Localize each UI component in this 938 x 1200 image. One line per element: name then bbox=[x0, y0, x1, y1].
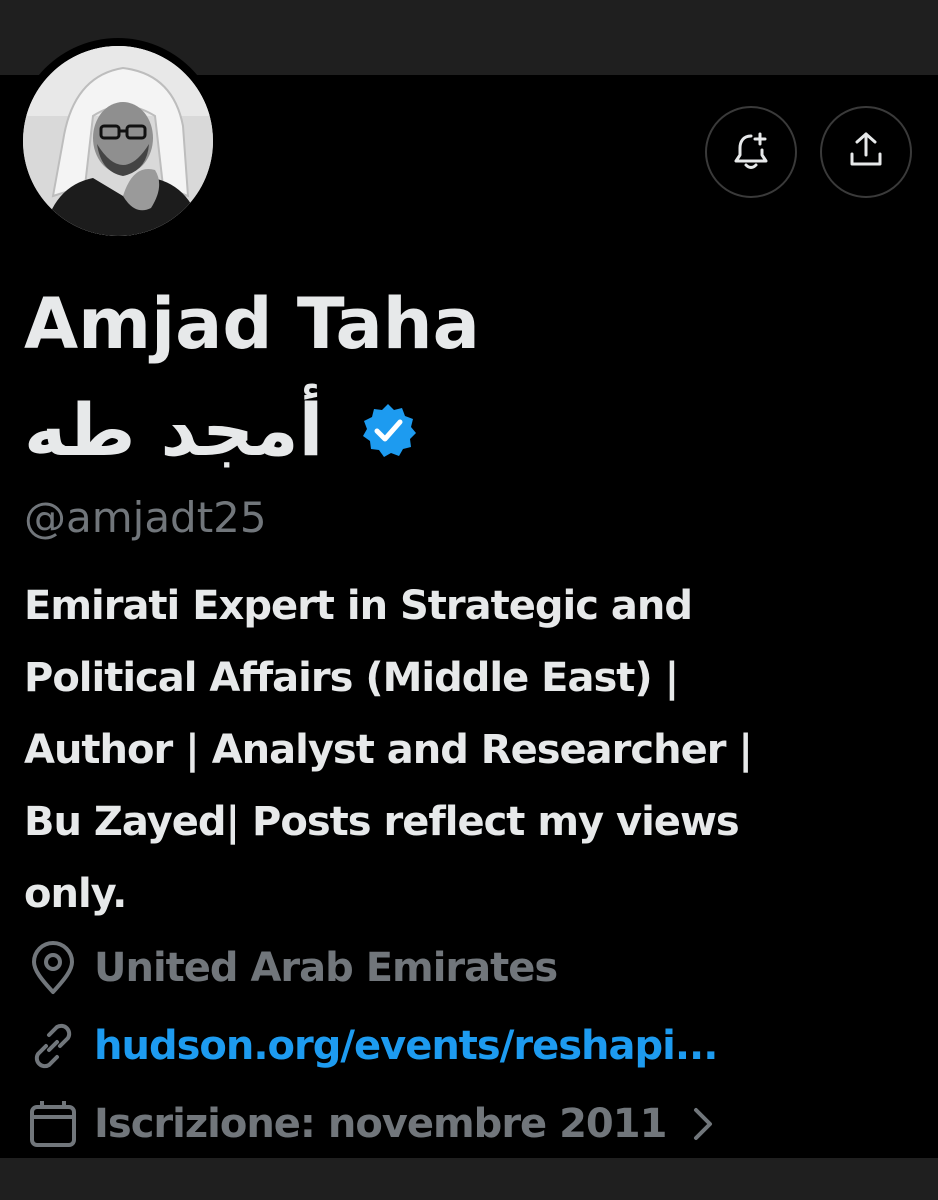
bell-plus-icon bbox=[729, 128, 773, 176]
website-link[interactable]: hudson.org/events/reshapi... bbox=[94, 1014, 718, 1078]
link-icon bbox=[24, 1017, 82, 1075]
arabic-name-row: أمجد طه bbox=[24, 380, 417, 480]
bio: Emirati Expert in Strategic and Politica… bbox=[24, 570, 914, 930]
profile-page: Amjad Taha أمجد طه @amjadt25 Emirati Exp… bbox=[0, 0, 938, 1200]
share-button[interactable] bbox=[820, 106, 912, 198]
share-upload-icon bbox=[844, 128, 888, 176]
location-row: United Arab Emirates bbox=[24, 936, 558, 1000]
joined-row[interactable]: Iscrizione: novembre 2011 bbox=[24, 1092, 718, 1156]
calendar-icon bbox=[24, 1095, 82, 1153]
bio-line: Author | Analyst and Researcher | bbox=[24, 727, 753, 773]
bio-line: only. bbox=[24, 871, 127, 917]
chevron-right-icon bbox=[688, 1102, 718, 1146]
avatar[interactable] bbox=[15, 38, 221, 244]
display-name: Amjad Taha bbox=[24, 283, 480, 365]
avatar-photo bbox=[23, 46, 213, 236]
bio-line: Political Affairs (Middle East) | bbox=[24, 655, 679, 701]
website-row: hudson.org/events/reshapi... bbox=[24, 1014, 718, 1078]
bio-line: Bu Zayed| Posts reflect my views bbox=[24, 799, 740, 845]
bottom-bar bbox=[0, 1158, 938, 1200]
location-text: United Arab Emirates bbox=[94, 945, 558, 991]
joined-text: Iscrizione: novembre 2011 bbox=[94, 1101, 667, 1147]
verified-badge-icon[interactable] bbox=[359, 401, 417, 459]
bio-line: Emirati Expert in Strategic and bbox=[24, 583, 693, 629]
arabic-name: أمجد طه bbox=[24, 388, 324, 472]
location-pin-icon bbox=[24, 939, 82, 997]
notify-button[interactable] bbox=[705, 106, 797, 198]
user-handle: @amjadt25 bbox=[24, 493, 267, 542]
